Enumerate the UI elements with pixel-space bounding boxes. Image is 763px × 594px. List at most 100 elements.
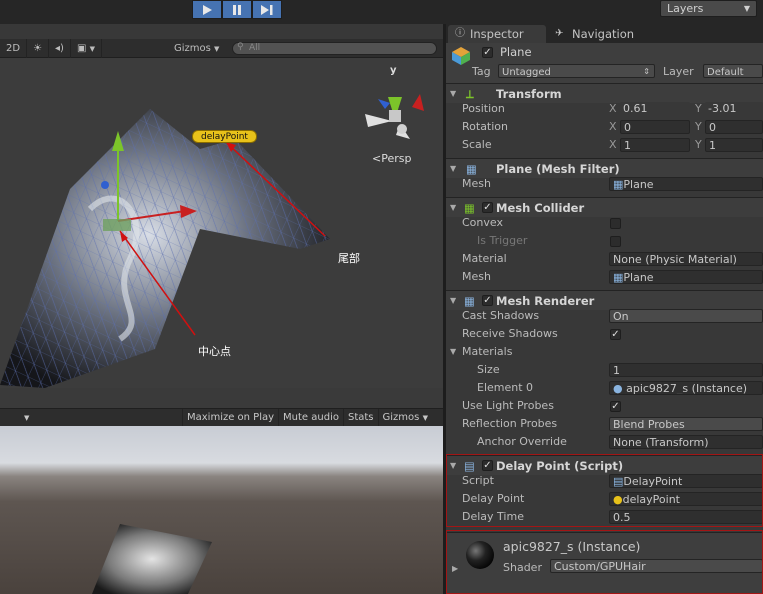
- aspect-dropdown[interactable]: ▼: [0, 409, 34, 427]
- z-axis-handle[interactable]: [101, 181, 109, 189]
- anchor-override-row: Anchor Override None (Transform): [446, 433, 763, 451]
- play-button[interactable]: [192, 0, 222, 19]
- stats-toggle[interactable]: Stats: [342, 409, 378, 427]
- mesh-icon: ▦: [613, 271, 624, 284]
- layers-dropdown[interactable]: Layers ▼: [660, 0, 757, 17]
- chevron-down-icon: ▼: [214, 45, 220, 53]
- mesh-icon: ▦: [613, 178, 624, 191]
- cube-icon: [452, 47, 470, 65]
- element0-row: Element 0 ● apic9827_s (Instance): [446, 379, 763, 397]
- pause-button[interactable]: [222, 0, 252, 19]
- cast-shadows-row: Cast Shadows On: [446, 307, 763, 325]
- is-trigger-checkbox[interactable]: [610, 236, 621, 247]
- cast-shadows-label: Cast Shadows: [462, 309, 540, 322]
- scale-x-field[interactable]: 1: [620, 138, 690, 152]
- mesh-collider-enabled-checkbox[interactable]: ✓: [482, 202, 493, 213]
- mesh-renderer-enabled-checkbox[interactable]: ✓: [482, 295, 493, 306]
- play-icon: [203, 4, 212, 15]
- tab-inspector-label: Inspector: [470, 27, 524, 41]
- mesh-filter-mesh-value: Plane: [623, 178, 654, 191]
- reflection-probes-label: Reflection Probes: [462, 417, 558, 430]
- game-canvas: [92, 524, 212, 594]
- scene-gizmos-dropdown[interactable]: Gizmos ▼: [174, 39, 219, 58]
- position-y-field[interactable]: -3.01: [705, 102, 763, 116]
- collider-material-field[interactable]: None (Physic Material): [609, 252, 763, 266]
- game-gizmos-dropdown[interactable]: Gizmos ▼: [377, 409, 432, 427]
- collider-mesh-field[interactable]: ▦Plane: [609, 270, 763, 284]
- game-view[interactable]: [0, 426, 443, 594]
- top-toolbar: Layers ▼: [0, 0, 763, 24]
- object-active-checkbox[interactable]: ✓: [482, 47, 493, 58]
- reflection-probes-row: Reflection Probes Blend Probes: [446, 415, 763, 433]
- convex-checkbox[interactable]: [610, 218, 621, 229]
- convex-label: Convex: [462, 216, 503, 229]
- delay-point-tag[interactable]: delayPoint: [192, 130, 257, 143]
- speaker-icon: ◂): [55, 42, 64, 54]
- 2d-toggle[interactable]: 2D: [0, 38, 28, 58]
- element0-field[interactable]: ● apic9827_s (Instance): [609, 381, 763, 395]
- reflection-probes-dropdown[interactable]: Blend Probes: [609, 417, 763, 431]
- chevron-updown-icon: ⇕: [643, 67, 650, 76]
- receive-shadows-row: Receive Shadows ✓: [446, 325, 763, 343]
- element0-label: Element 0: [477, 381, 534, 394]
- rotation-label: Rotation: [462, 120, 509, 133]
- lighting-toggle[interactable]: ☀: [27, 38, 50, 58]
- chevron-down-icon: ▼: [89, 44, 95, 53]
- scale-row: Scale X 1 Y 1: [446, 136, 763, 154]
- object-name-field[interactable]: Plane: [500, 45, 532, 59]
- materials-size-label: Size: [477, 363, 500, 376]
- materials-row[interactable]: ▼ Materials: [446, 343, 763, 361]
- chevron-down-icon: ▼: [422, 414, 428, 422]
- cast-shadows-dropdown[interactable]: On: [609, 309, 763, 323]
- audio-toggle[interactable]: ◂): [49, 38, 71, 58]
- persp-text: Persp: [381, 152, 412, 165]
- orientation-gizmo[interactable]: [365, 94, 424, 139]
- position-row: Position X 0.61 Y -3.01: [446, 100, 763, 118]
- is-trigger-row: Is Trigger: [446, 232, 763, 250]
- materials-size-row: Size 1: [446, 361, 763, 379]
- materials-size-field[interactable]: 1: [609, 363, 763, 377]
- mesh-filter-mesh-row: Mesh ▦Plane: [446, 175, 763, 193]
- element0-value: apic9827_s (Instance): [626, 382, 748, 395]
- game-gizmos-label: Gizmos: [382, 412, 420, 423]
- effects-toggle[interactable]: ▣ ▼: [71, 38, 102, 58]
- tab-navigation[interactable]: ✈ Navigation: [550, 25, 650, 43]
- receive-shadows-checkbox[interactable]: ✓: [610, 329, 621, 340]
- anchor-override-label: Anchor Override: [477, 435, 567, 448]
- inspector-tabs: ⓘ Inspector ✈ Navigation: [446, 24, 763, 43]
- scene-canvas: [0, 94, 424, 388]
- script-highlight-box: [446, 454, 763, 527]
- layer-dropdown[interactable]: Default: [703, 64, 763, 78]
- scene-view[interactable]: y <Persp delayPoint 尾部 中心点: [0, 39, 443, 388]
- tag-dropdown[interactable]: Untagged ⇕: [498, 64, 655, 78]
- navigation-icon: ✈: [555, 28, 564, 39]
- anchor-override-field[interactable]: None (Transform): [609, 435, 763, 449]
- maximize-on-play-toggle[interactable]: Maximize on Play: [182, 409, 278, 427]
- mesh-filter-mesh-field[interactable]: ▦Plane: [609, 177, 763, 191]
- scene-search-input[interactable]: All: [232, 42, 437, 55]
- position-x-field[interactable]: 0.61: [620, 102, 690, 116]
- light-probes-label: Use Light Probes: [462, 399, 554, 412]
- materials-label: Materials: [462, 345, 513, 358]
- scale-label: Scale: [462, 138, 492, 151]
- rotation-y-field[interactable]: 0: [705, 120, 763, 134]
- scale-y-field[interactable]: 1: [705, 138, 763, 152]
- material-highlight-box: [446, 530, 763, 594]
- convex-row: Convex: [446, 214, 763, 232]
- tag-value: Untagged: [502, 67, 551, 78]
- game-tab-strip: [0, 388, 443, 408]
- rotation-x-field[interactable]: 0: [620, 120, 690, 134]
- persp-label[interactable]: <Persp: [372, 152, 411, 165]
- tab-inspector[interactable]: ⓘ Inspector: [448, 25, 546, 43]
- position-label: Position: [462, 102, 505, 115]
- collider-mesh-row: Mesh ▦Plane: [446, 268, 763, 286]
- mute-audio-toggle[interactable]: Mute audio: [278, 409, 343, 427]
- collider-mesh-label: Mesh: [462, 270, 491, 283]
- is-trigger-label: Is Trigger: [477, 234, 528, 247]
- playback-controls: [192, 0, 282, 19]
- chevron-down-icon: ▼: [24, 414, 30, 422]
- step-button[interactable]: [252, 0, 282, 19]
- light-probes-checkbox[interactable]: ✓: [610, 401, 621, 412]
- info-icon: ⓘ: [455, 28, 465, 39]
- axis-y-label: y: [390, 65, 397, 76]
